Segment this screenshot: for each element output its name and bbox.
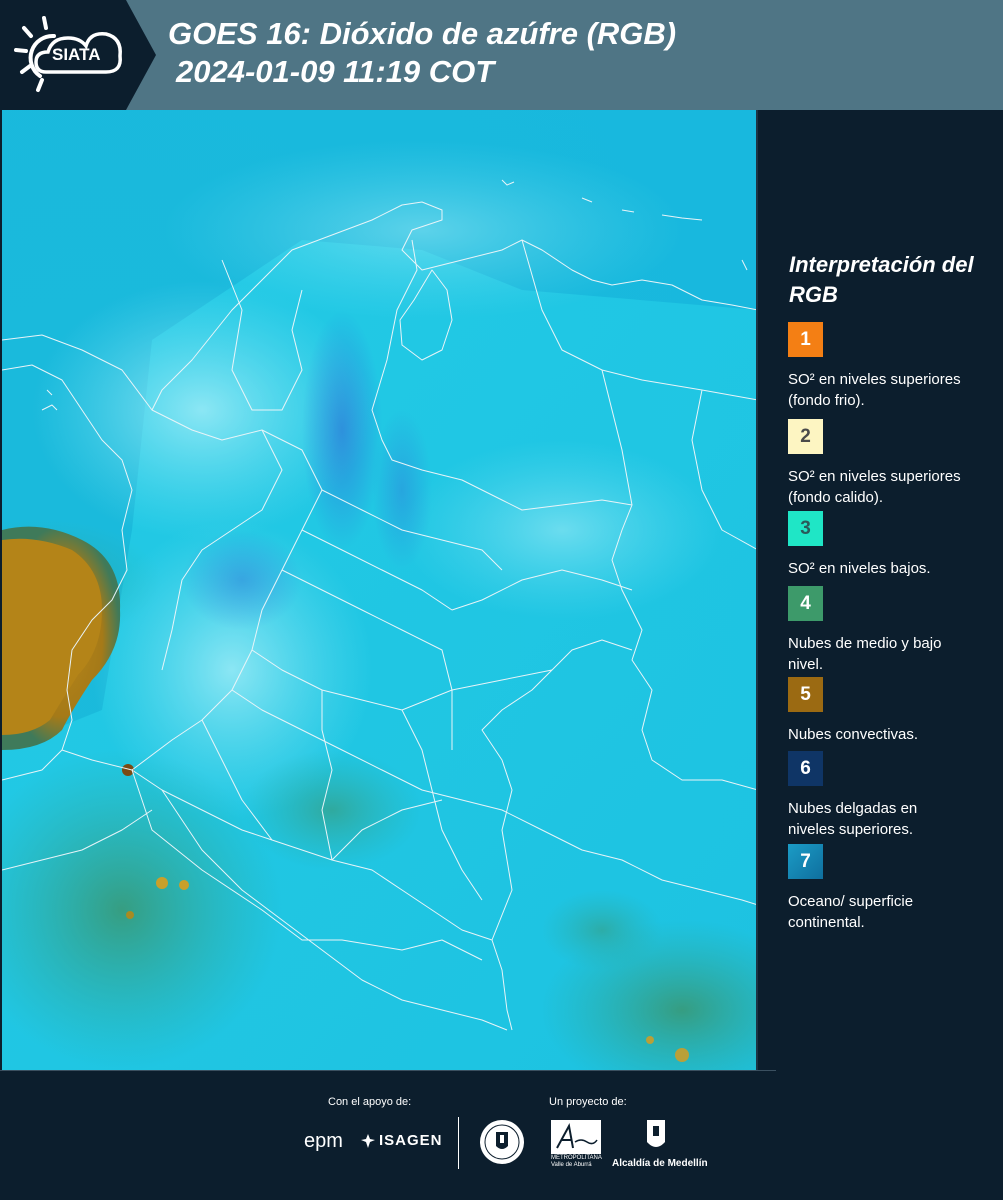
medellin-seal-icon	[480, 1120, 524, 1164]
siata-logo-text: SIATA	[52, 45, 101, 64]
isagen-mark-icon	[361, 1133, 375, 1148]
legend-swatch-5: 5	[788, 677, 823, 712]
alcaldia-label: Alcaldía de Medellín	[612, 1158, 708, 1169]
legend-number-2: 2	[800, 425, 811, 447]
legend-number-3: 3	[800, 517, 811, 539]
legend-title: Interpretación del RGB	[789, 252, 974, 307]
legend-item-4: 4 Nubes de medio y bajo nivel.	[788, 586, 998, 675]
legend-item-5: 5 Nubes convectivas.	[788, 677, 998, 745]
legend-label-7: Oceano/ superficie continental.	[788, 893, 914, 931]
footer-divider	[0, 1070, 776, 1071]
legend-label-2: SO² en niveles superiores (fondo calido)…	[788, 468, 961, 506]
satellite-map	[2, 110, 758, 1070]
area-metropolitana-label: METROPOLITANA Valle de Aburrá	[551, 1155, 602, 1168]
legend-swatch-7: 7	[788, 844, 823, 879]
alcaldia-shield-icon	[647, 1120, 665, 1147]
legend-item-3: 3 SO² en niveles bajos.	[788, 511, 998, 579]
legend-label-6: Nubes delgadas en niveles superiores.	[788, 800, 918, 838]
header-bar: SIATA GOES 16: Dióxido de azúfre (RGB) 2…	[0, 0, 1003, 110]
footer-vertical-divider	[458, 1117, 459, 1169]
satellite-image	[2, 110, 758, 1070]
isagen-logo: ISAGEN	[360, 1132, 443, 1149]
legend-item-2: 2 SO² en niveles superiores (fondo calid…	[788, 419, 998, 508]
legend-swatch-3: 3	[788, 511, 823, 546]
legend-swatch-2: 2	[788, 419, 823, 454]
isagen-label: ISAGEN	[379, 1132, 443, 1149]
project-label: Un proyecto de:	[549, 1096, 627, 1108]
legend-number-1: 1	[800, 328, 811, 350]
legend-label-3: SO² en niveles bajos.	[788, 560, 931, 577]
legend-item-6: 6 Nubes delgadas en niveles superiores.	[788, 751, 998, 840]
footer: Con el apoyo de: Un proyecto de: epm ISA…	[0, 1070, 1003, 1200]
support-label: Con el apoyo de:	[328, 1096, 412, 1108]
legend-item-7: 7 Oceano/ superficie continental.	[788, 844, 998, 933]
legend-swatch-1: 1	[788, 322, 823, 357]
timestamp-title: 2024-01-09 11:19 COT	[176, 54, 495, 89]
legend-number-4: 4	[800, 592, 811, 614]
legend-swatch-4: 4	[788, 586, 823, 621]
legend-item-1: 1 SO² en niveles superiores (fondo frio)…	[788, 322, 998, 411]
page-title: GOES 16: Dióxido de azúfre (RGB)	[168, 16, 677, 51]
legend-swatch-6: 6	[788, 751, 823, 786]
legend-label-1: SO² en niveles superiores (fondo frio).	[788, 371, 961, 409]
legend-number-7: 7	[800, 850, 811, 872]
legend-number-5: 5	[800, 683, 811, 705]
legend-label-4: Nubes de medio y bajo nivel.	[788, 635, 942, 673]
legend-panel: Interpretación del RGB 1 SO² en niveles …	[760, 110, 1003, 1070]
legend-label-5: Nubes convectivas.	[788, 726, 919, 743]
epm-logo: epm	[304, 1130, 343, 1152]
legend-number-6: 6	[800, 757, 811, 779]
